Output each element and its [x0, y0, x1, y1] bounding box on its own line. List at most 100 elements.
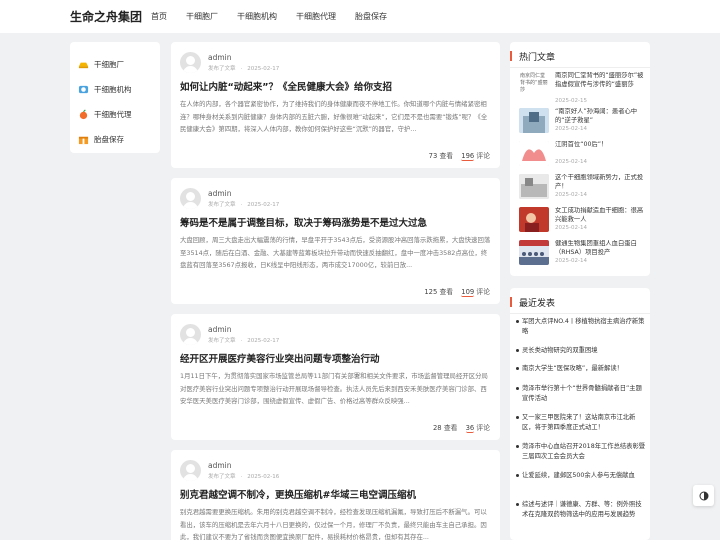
post-action: 发布了文章 [208, 66, 236, 72]
post-title[interactable]: 筹码是不是属于调整目标，取决于筹码涨势是不是过大过急 [180, 215, 492, 229]
avatar[interactable] [180, 324, 201, 345]
post-excerpt: 1月11日下午，为贯彻落实国家市场监管总局等11部门有关部署和相关文件要求，市场… [180, 372, 488, 405]
hot-articles-panel: 热门文章 南京同仁堂背书的“盛丽莎 南京同仁堂背书的“盛丽莎尔”被指虚假宣传与涉… [509, 42, 650, 276]
comment-label[interactable]: 评论 [476, 424, 490, 432]
hot-article-item[interactable]: 健通生物集团重组人血白蛋白（RHSA）项目投产 2025-02-14 [519, 240, 647, 270]
category-item-stem-cell-factory[interactable]: 干细胞厂 [78, 52, 152, 77]
post-author[interactable]: admin [208, 325, 232, 334]
category-label: 干细胞代理 [94, 110, 132, 119]
avatar[interactable] [180, 460, 201, 481]
recent-article-link[interactable]: 菏泽市举行第十个“世界骨髓捐献者日”主题宣传活动 [516, 384, 646, 404]
recent-article-link[interactable]: 菏泽市中心血站召开2018年工作总结表彰暨三届四次工会会员大会 [516, 442, 646, 462]
category-sidebar: 干细胞厂 干细胞机构 干细胞代理 胎盘保存 [70, 42, 160, 153]
view-label: 查看 [443, 424, 458, 432]
post-date: 2025-02-16 [247, 474, 280, 480]
hot-article-item[interactable]: 江阴首位“00后”！ 2025-02-14 [519, 141, 647, 171]
comment-count[interactable]: 36 [465, 424, 475, 433]
hot-article-title: 健通生物集团重组人血白蛋白（RHSA）项目投产 [555, 240, 637, 256]
half-moon-icon [699, 491, 708, 500]
hot-articles-title: 热门文章 [509, 50, 555, 63]
post-title[interactable]: 别克君越空调不制冷，更换压缩机#华域三电空调压缩机 [180, 487, 492, 501]
nav-placenta-storage[interactable]: 胎盘保存 [355, 11, 387, 22]
post-action: 发布了文章 [208, 202, 236, 208]
post-excerpt: 别克君越需要更换压缩机。朱用的别克君越空调不制冷，经检查发现压缩机漏氟，导致打压… [180, 508, 487, 540]
post-excerpt: 在人体的内部，各个器官紧密协作，为了维持我们的身体健康而夜不停地工作。你知道哪个… [180, 100, 488, 133]
hot-article-date: 2025-02-14 [555, 225, 587, 231]
hot-article-date: 2025-02-14 [555, 126, 587, 132]
recent-article-link[interactable]: 让爱延续，建邺区500余人参与无偿献血 [516, 471, 646, 481]
view-count: 28 [432, 424, 442, 432]
post-title[interactable]: 经开区开展医疗美容行业突出问题专项整治行动 [180, 351, 492, 365]
gold-ingot-icon [78, 62, 89, 69]
hot-article-item[interactable]: 南京同仁堂背书的“盛丽莎 南京同仁堂背书的“盛丽莎尔”被指虚假宣传与涉传的“盛丽… [519, 72, 647, 104]
post-card: admin 发布了文章 · 2025-02-17 筹码是不是属于调整目标，取决于筹码… [171, 178, 500, 304]
comment-label[interactable]: 评论 [476, 288, 490, 296]
recent-article-link[interactable]: 灵长类动物研究的双重困境 [516, 346, 646, 356]
comment-count[interactable]: 109 [461, 288, 475, 297]
post-stats: 28 查看 36 评论 [432, 422, 490, 433]
nav-stem-cell-factory[interactable]: 干细胞厂 [186, 11, 218, 22]
hot-article-date: 2025-02-15 [555, 98, 587, 104]
article-thumbnail [519, 207, 549, 232]
post-stats: 73 查看 196 评论 [428, 150, 490, 161]
nav-stem-cell-agent[interactable]: 干细胞代理 [296, 11, 336, 22]
post-meta: 发布了文章 · 2025-02-17 [208, 202, 280, 208]
recent-articles-title: 最近发表 [509, 296, 555, 309]
post-author[interactable]: admin [208, 189, 232, 198]
category-label: 干细胞机构 [94, 85, 132, 94]
hot-article-date: 2025-02-14 [555, 192, 587, 198]
gift-icon [78, 136, 89, 145]
recent-article-link[interactable]: 南京大学生“医保攻略”，最新解读！ [516, 364, 646, 374]
nav-home[interactable]: 首页 [151, 11, 167, 22]
post-date: 2025-02-17 [247, 202, 280, 208]
post-excerpt: 大盘回顾，周三大盘走出大幅震荡的行情，早盘平开于3543点后，受资源股冲高回落示… [180, 236, 491, 269]
post-card: admin 发布了文章 · 2025-02-17 如何让内脏“动起来”？《全民健康大… [171, 42, 500, 168]
post-card: admin 发布了文章 · 2025-02-16 别克君越空调不制冷，更换压缩机#华… [171, 450, 500, 540]
post-date: 2025-02-17 [247, 66, 280, 72]
recent-articles-panel: 最近发表 军团大点评NO.4丨移植物抗宿主病治疗新策略 灵长类动物研究的双重困境… [509, 288, 650, 540]
post-meta: 发布了文章 · 2025-02-17 [208, 66, 280, 72]
post-title[interactable]: 如何让内脏“动起来”？《全民健康大会》给你支招 [180, 79, 492, 93]
hot-article-title: 南京同仁堂背书的“盛丽莎尔”被指虚假宣传与涉传的“盛丽莎 [555, 72, 644, 88]
avatar[interactable] [180, 188, 201, 209]
comment-label[interactable]: 评论 [476, 152, 490, 160]
main-nav: 首页 干细胞厂 干细胞机构 干细胞代理 胎盘保存 [151, 11, 406, 22]
theme-toggle-button[interactable] [693, 485, 714, 506]
post-date: 2025-02-17 [247, 338, 280, 344]
article-thumbnail: 南京同仁堂背书的“盛丽莎 [519, 72, 549, 97]
avatar[interactable] [180, 52, 201, 73]
view-count: 125 [424, 288, 438, 296]
recent-article-link[interactable]: 综述与述评｜谦德康、方群、等：例外照技术在克隆双药物筛选中的应用与发展趋势 [516, 500, 646, 520]
post-author[interactable]: admin [208, 461, 232, 470]
thumbnail-alt-text: 南京同仁堂背书的“盛丽莎 [520, 73, 548, 93]
hot-article-title: “南京好人”孙海阔：患者心中的“逆子救星” [555, 108, 638, 124]
recent-article-link[interactable]: 军团大点评NO.4丨移植物抗宿主病治疗新策略 [516, 317, 646, 337]
post-author[interactable]: admin [208, 53, 232, 62]
view-count: 73 [428, 152, 438, 160]
category-label: 胎盘保存 [94, 135, 124, 144]
hot-article-title: 女工成功捐献造血干细胞：很高兴能救一人 [555, 207, 644, 223]
post-meta: 发布了文章 · 2025-02-16 [208, 474, 280, 480]
recent-article-link[interactable]: 又一家三甲医院来了！这站南京市江北新区，将于第四季度正式动工！ [516, 413, 646, 433]
top-navigation-bar: 生命之舟集团 首页 干细胞厂 干细胞机构 干细胞代理 胎盘保存 [0, 0, 720, 33]
hot-article-item[interactable]: “南京好人”孙海阔：患者心中的“逆子救星” 2025-02-14 [519, 108, 647, 138]
post-action: 发布了文章 [208, 338, 236, 344]
site-logo[interactable]: 生命之舟集团 [70, 8, 142, 25]
category-item-placenta-storage[interactable]: 胎盘保存 [78, 127, 152, 152]
view-label: 查看 [439, 152, 454, 160]
comment-count[interactable]: 196 [461, 152, 475, 161]
divider [510, 313, 650, 314]
hot-article-item[interactable]: 女工成功捐献造血干细胞：很高兴能救一人 2025-02-14 [519, 207, 647, 237]
category-item-stem-cell-institution[interactable]: 干细胞机构 [78, 77, 152, 102]
category-item-stem-cell-agent[interactable]: 干细胞代理 [78, 102, 152, 127]
view-label: 查看 [439, 288, 454, 296]
post-action: 发布了文章 [208, 474, 236, 480]
post-card: admin 发布了文章 · 2025-02-17 经开区开展医疗美容行业突出问题专项… [171, 314, 500, 440]
hot-article-date: 2025-02-14 [555, 258, 587, 264]
article-thumbnail [519, 108, 549, 133]
hot-article-title: 这个干细胞领域新势力，正式投产！ [555, 174, 644, 190]
nav-stem-cell-institution[interactable]: 干细胞机构 [237, 11, 277, 22]
article-thumbnail [519, 240, 549, 265]
fruit-icon [79, 109, 88, 120]
hot-article-item[interactable]: 这个干细胞领域新势力，正式投产！ 2025-02-14 [519, 174, 647, 204]
